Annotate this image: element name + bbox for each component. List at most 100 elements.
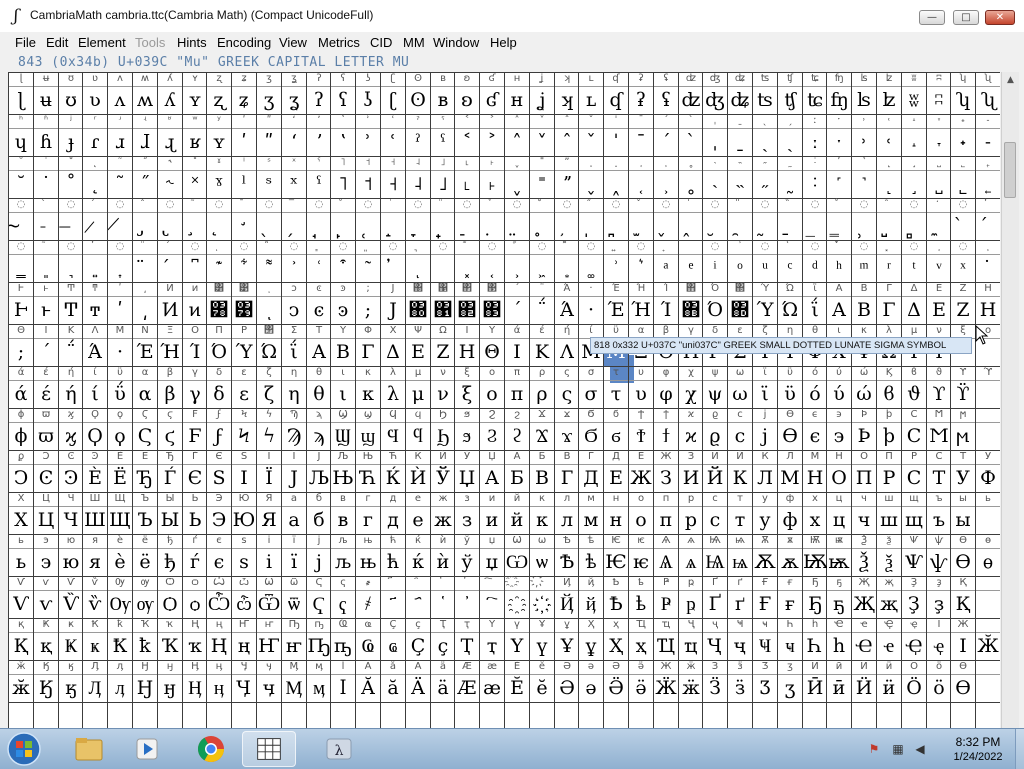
glyph-cell[interactable]: Ҧ: [307, 632, 331, 660]
glyph-cell[interactable]: ʗ: [381, 86, 405, 114]
glyph-cell-label[interactable]: ʠ: [604, 72, 628, 86]
glyph-cell[interactable]: ϙ: [108, 422, 132, 450]
glyph-cell[interactable]: Ӛ: [604, 674, 628, 702]
glyph-cell-label[interactable]: С: [927, 450, 951, 464]
glyph-cell-label[interactable]: з: [455, 492, 479, 506]
glyph-cell-label[interactable]: ̅: [282, 198, 306, 212]
glyph-cell-label[interactable]: ΄: [505, 282, 529, 296]
glyph-cell-label[interactable]: Ћ: [381, 450, 405, 464]
glyph-cell-label[interactable]: ʾ: [356, 114, 380, 128]
glyph-cell-label[interactable]: Ҝ: [34, 618, 58, 632]
network-icon[interactable]: ▦: [890, 741, 906, 757]
glyph-cell[interactable]: ˅: [530, 128, 554, 156]
glyph-cell-label[interactable]: ˌ: [703, 114, 727, 128]
glyph-cell-label[interactable]: ю: [59, 534, 83, 548]
glyph-cell-label[interactable]: ʒ: [257, 72, 281, 86]
glyph-cell[interactable]: Ҽ: [852, 632, 876, 660]
glyph-cell[interactable]: С: [902, 464, 926, 492]
glyph-cell-label[interactable]: ʴ: [108, 114, 132, 128]
glyph-cell[interactable]: ˤ: [307, 170, 331, 198]
glyph-cell-label[interactable]: ъ: [927, 492, 951, 506]
glyph-cell[interactable]: Ӂ: [976, 632, 1000, 660]
glyph-cell[interactable]: ͽ: [331, 296, 355, 324]
glyph-cell[interactable]: ϐ: [877, 380, 901, 408]
glyph-cell-label[interactable]: җ: [877, 576, 901, 590]
glyph-cell[interactable]: Ӧ: [902, 674, 926, 702]
glyph-cell-label[interactable]: я: [83, 534, 107, 548]
glyph-cell[interactable]: У: [951, 464, 975, 492]
glyph-cell[interactable]: ҽ: [877, 632, 901, 660]
glyph-cell-label[interactable]: Ӊ: [183, 660, 207, 674]
glyph-cell[interactable]: ˛: [83, 170, 107, 198]
glyph-cell[interactable]: і: [257, 548, 281, 576]
glyph-cell-label[interactable]: α: [629, 324, 653, 338]
glyph-cell[interactable]: ̟: [431, 212, 455, 240]
glyph-cell-label[interactable]: Ͷ: [158, 282, 182, 296]
glyph-cell-label[interactable]: ϧ: [455, 408, 479, 422]
glyph-cell-label[interactable]: ʰ: [9, 114, 33, 128]
glyph-cell[interactable]: Ε: [406, 338, 430, 366]
glyph-cell-label[interactable]: Ϧ: [431, 408, 455, 422]
glyph-cell-label[interactable]: ˨: [406, 156, 430, 170]
glyph-cell[interactable]: ʝ: [530, 86, 554, 114]
glyph-cell-label[interactable]: ◌: [902, 240, 926, 254]
glyph-cell[interactable]: Έ: [133, 338, 157, 366]
glyph-cell-label[interactable]: Л: [778, 450, 802, 464]
glyph-cell-label[interactable]: ͎: [654, 240, 678, 254]
glyph-cell[interactable]: Ϳ: [381, 296, 405, 324]
glyph-cell[interactable]: ʜ: [505, 86, 529, 114]
glyph-cell[interactable]: ͬ: [877, 254, 901, 282]
glyph-cell[interactable]: Ͻ: [9, 464, 33, 492]
glyph-cell[interactable]: Ͼ: [34, 464, 58, 492]
glyph-cell[interactable]: ̮: [703, 212, 727, 240]
glyph-cell[interactable]: ΅: [530, 296, 554, 324]
glyph-cell[interactable]: ҳ: [629, 632, 653, 660]
glyph-cell-label[interactable]: ͕: [976, 240, 1000, 254]
glyph-cell-label[interactable]: Ӈ: [133, 660, 157, 674]
glyph-cell-label[interactable]: Ҵ: [629, 618, 653, 632]
glyph-cell[interactable]: ӑ: [381, 674, 405, 702]
glyph-cell[interactable]: ͗: [604, 254, 628, 282]
glyph-cell-label[interactable]: ʏ: [183, 72, 207, 86]
glyph-cell-label[interactable]: к: [530, 492, 554, 506]
glyph-cell[interactable]: ̣: [480, 212, 504, 240]
glyph-cell-label[interactable]: ̂: [133, 198, 157, 212]
glyph-cell-label[interactable]: ̃: [183, 198, 207, 212]
glyph-cell-label[interactable]: ͱ: [34, 282, 58, 296]
glyph-cell[interactable]: ͻ: [282, 296, 306, 324]
glyph-cell-label[interactable]: ΰ: [108, 366, 132, 380]
glyph-cell[interactable]: ʡ: [629, 86, 653, 114]
glyph-cell-label[interactable]: ͏: [679, 240, 703, 254]
glyph-cell-label[interactable]: ʪ: [852, 72, 876, 86]
glyph-cell[interactable]: ͥ: [703, 254, 727, 282]
glyph-cell-label[interactable]: Μ: [108, 324, 132, 338]
glyph-cell[interactable]: з: [455, 506, 479, 534]
glyph-cell-label[interactable]: у: [753, 492, 777, 506]
glyph-cell-label[interactable]: ӧ: [927, 660, 951, 674]
glyph-cell-label[interactable]: Φ: [356, 324, 380, 338]
glyph-cell-label[interactable]: ˥: [331, 156, 355, 170]
glyph-cell[interactable]: έ: [34, 380, 58, 408]
glyph-cell[interactable]: ɟ: [59, 128, 83, 156]
glyph-cell-label[interactable]: ҧ: [307, 618, 331, 632]
glyph-cell[interactable]: Е: [604, 464, 628, 492]
glyph-cell-label[interactable]: п: [654, 492, 678, 506]
glyph-cell-label[interactable]: ҆: [455, 576, 479, 590]
glyph-cell-label[interactable]: ҃: [381, 576, 405, 590]
glyph-cell-label[interactable]: ◌: [480, 240, 504, 254]
glyph-cell-label[interactable]: ◌: [108, 240, 132, 254]
glyph-cell[interactable]: ͌: [257, 254, 281, 282]
glyph-cell[interactable]: ʔ: [307, 86, 331, 114]
glyph-cell[interactable]: а: [282, 506, 306, 534]
glyph-cell-label[interactable]: ϫ: [555, 408, 579, 422]
glyph-cell-label[interactable]: Е: [629, 450, 653, 464]
glyph-cell-label[interactable]: ̉: [480, 198, 504, 212]
glyph-cell-label[interactable]: ϩ: [505, 408, 529, 422]
glyph-cell[interactable]: ˨: [406, 170, 430, 198]
menu-file[interactable]: File: [15, 35, 36, 50]
glyph-cell[interactable]: ˣ: [282, 170, 306, 198]
glyph-cell-label[interactable]: ϣ: [356, 408, 380, 422]
glyph-cell[interactable]: Ӏ: [951, 632, 975, 660]
glyph-cell[interactable]: ̥: [530, 212, 554, 240]
glyph-cell-label[interactable]: Қ: [951, 576, 975, 590]
